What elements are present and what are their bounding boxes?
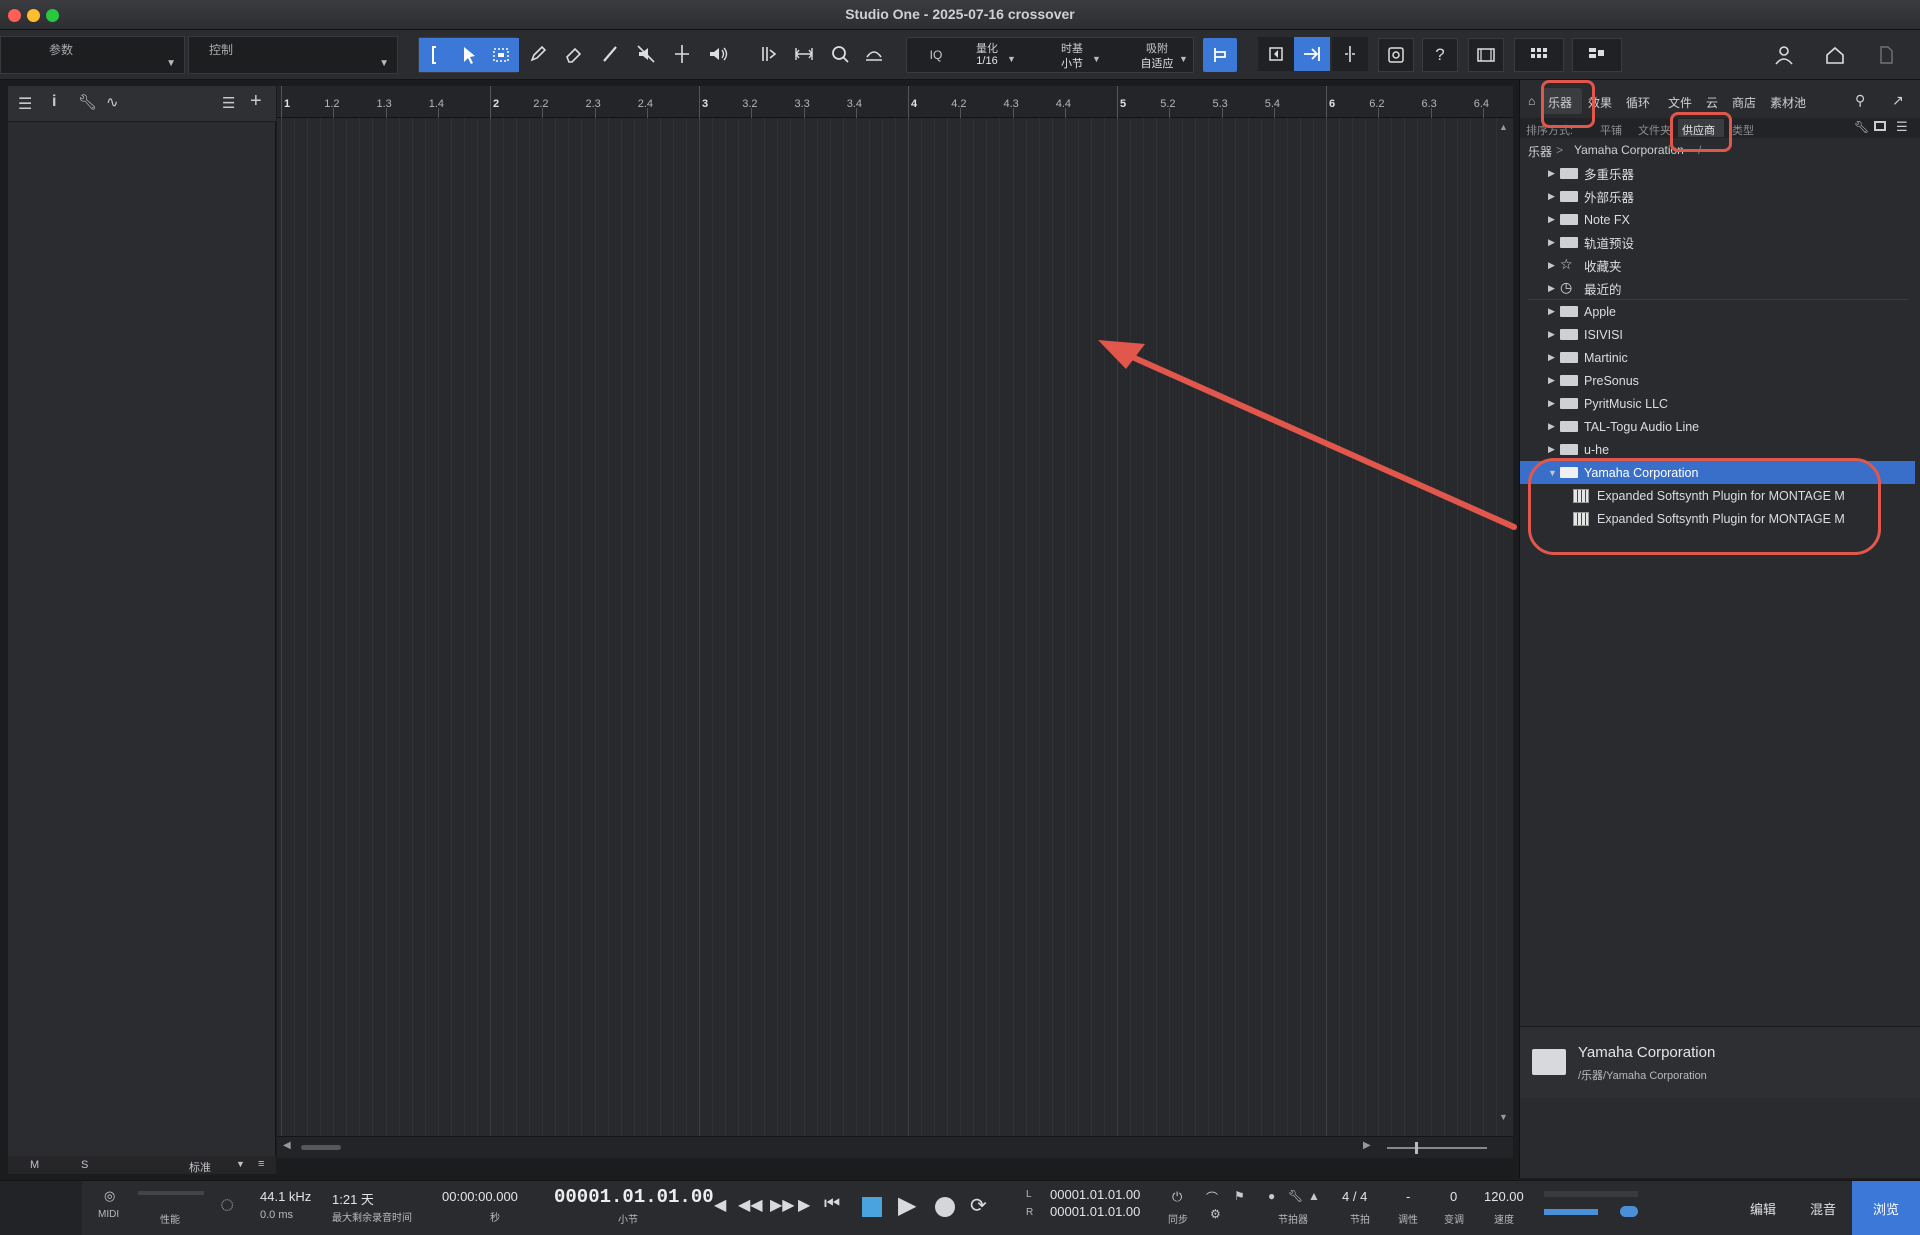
annotation-arrow [1098,340,1517,530]
